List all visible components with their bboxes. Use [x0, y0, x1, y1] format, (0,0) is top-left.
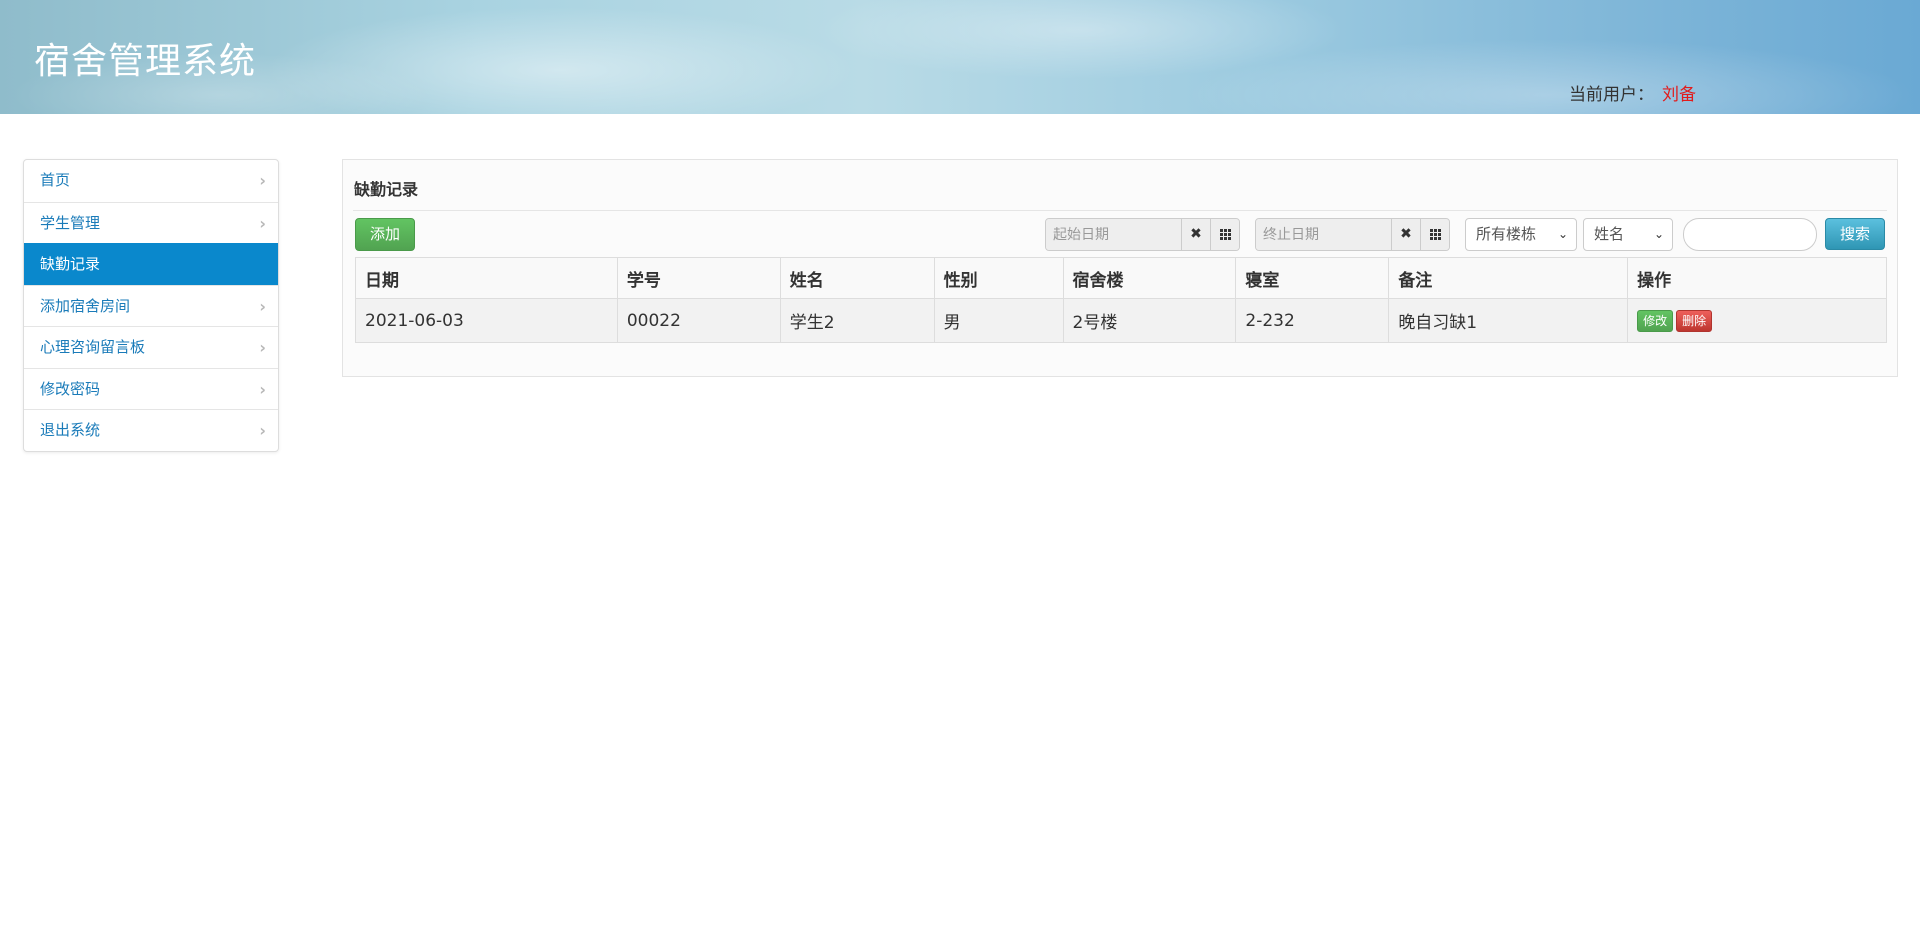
search-input[interactable]: [1683, 218, 1817, 251]
sidebar-item-label: 首页: [40, 171, 71, 189]
column-header-gender: 性别: [933, 257, 1064, 299]
sidebar-item-label: 心理咨询留言板: [40, 338, 146, 356]
sidebar-item-logout[interactable]: 退出系统 ›: [24, 409, 278, 451]
sidebar-item-label: 学生管理: [40, 213, 101, 232]
search-field-select[interactable]: 姓名 ⌄: [1583, 218, 1673, 251]
close-icon[interactable]: ✖: [1181, 219, 1210, 250]
sidebar-item-change-password[interactable]: 修改密码 ›: [24, 367, 278, 410]
chevron-right-icon: ›: [259, 171, 266, 190]
search-field-select-value: 姓名: [1594, 225, 1625, 243]
current-user-name[interactable]: 刘备: [1662, 85, 1696, 105]
absence-records-panel: 缺勤记录 添加 ✖ ✖ 所有楼栋 ⌄ 姓名 ⌄ 搜索: [342, 159, 1898, 377]
cell-name: 学生2: [779, 298, 935, 343]
app-title: 宿舍管理系统: [34, 41, 257, 82]
cell-note: 晚自习缺1: [1388, 298, 1628, 343]
sidebar-item-student-management[interactable]: 学生管理 ›: [24, 201, 278, 244]
current-user-label: 当前用户：: [1569, 85, 1654, 105]
cell-date: 2021-06-03: [355, 298, 618, 343]
calendar-grid-icon[interactable]: [1420, 219, 1449, 250]
building-select-value: 所有楼栋: [1476, 225, 1537, 243]
cell-gender: 男: [933, 298, 1064, 343]
search-button[interactable]: 搜索: [1825, 218, 1885, 250]
page-title: 缺勤记录: [354, 180, 419, 199]
chevron-right-icon: ›: [259, 421, 266, 440]
sidebar-nav: 首页 › 学生管理 › 缺勤记录 添加宿舍房间 › 心理咨询留言板 › 修改密码…: [23, 159, 279, 452]
start-date-input[interactable]: [1046, 219, 1181, 250]
cell-building: 2号楼: [1062, 298, 1236, 343]
add-button[interactable]: 添加: [355, 218, 415, 251]
absence-table: 日期 学号 姓名 性别 宿舍楼 寝室 备注 操作 2021-06-03 0002…: [355, 257, 1887, 343]
sidebar-item-home[interactable]: 首页 ›: [24, 160, 278, 202]
delete-button[interactable]: 删除: [1676, 309, 1713, 332]
sidebar-item-label: 添加宿舍房间: [40, 296, 131, 315]
chevron-right-icon: ›: [259, 213, 266, 233]
column-header-note: 备注: [1388, 257, 1628, 299]
current-user: 当前用户： 刘备: [1569, 80, 1696, 105]
header-banner: 宿舍管理系统 当前用户： 刘备: [0, 0, 1920, 114]
edit-button[interactable]: 修改: [1637, 309, 1674, 332]
table-row: 2021-06-03 00022 学生2 男 2号楼 2-232 晚自习缺1 修…: [355, 298, 1887, 343]
sidebar-item-label: 退出系统: [40, 421, 101, 439]
cell-room: 2-232: [1235, 298, 1389, 343]
end-date-input[interactable]: [1256, 219, 1391, 250]
panel-divider: [353, 210, 1887, 211]
chevron-right-icon: ›: [259, 379, 266, 399]
column-header-name: 姓名: [779, 257, 935, 299]
column-header-actions: 操作: [1627, 257, 1887, 299]
column-header-room: 寝室: [1235, 257, 1389, 299]
chevron-right-icon: ›: [259, 338, 266, 357]
sidebar-item-label: 修改密码: [40, 379, 101, 398]
calendar-grid-icon[interactable]: [1210, 219, 1239, 250]
column-header-student-no: 学号: [616, 257, 781, 299]
close-icon[interactable]: ✖: [1391, 219, 1420, 250]
sidebar-item-absence-records[interactable]: 缺勤记录: [24, 243, 278, 285]
building-select[interactable]: 所有楼栋 ⌄: [1465, 218, 1577, 251]
cell-student-no: 00022: [616, 298, 781, 343]
chevron-down-icon: ⌄: [1653, 227, 1664, 241]
sidebar-item-label: 缺勤记录: [40, 255, 101, 273]
table-header-row: 日期 学号 姓名 性别 宿舍楼 寝室 备注 操作: [355, 257, 1887, 299]
sidebar-item-counseling-board[interactable]: 心理咨询留言板 ›: [24, 326, 278, 368]
column-header-date: 日期: [355, 257, 618, 299]
sidebar-item-add-dorm-room[interactable]: 添加宿舍房间 ›: [24, 284, 278, 327]
end-date-group: ✖: [1255, 218, 1450, 251]
start-date-group: ✖: [1045, 218, 1240, 251]
chevron-down-icon: ⌄: [1557, 227, 1568, 241]
chevron-right-icon: ›: [259, 296, 266, 316]
column-header-building: 宿舍楼: [1062, 257, 1236, 299]
cell-actions: 修改 删除: [1627, 298, 1887, 343]
